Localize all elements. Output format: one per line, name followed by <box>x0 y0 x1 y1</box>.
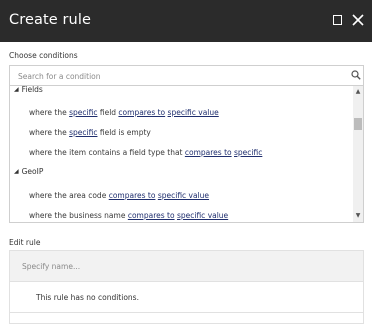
rule-name-input[interactable]: Specify name... <box>9 250 364 282</box>
rule-name-placeholder: Specify name... <box>22 262 81 271</box>
condition-link[interactable]: specific value <box>168 108 219 117</box>
condition-item[interactable]: where the business name compares to spec… <box>29 211 228 220</box>
condition-item[interactable]: where the area code compares to specific… <box>29 191 209 200</box>
maximize-icon[interactable] <box>333 15 342 25</box>
triangle-down-icon[interactable]: ◢ <box>14 168 19 175</box>
condition-text: field <box>97 108 119 117</box>
condition-item[interactable]: where the item contains a field type tha… <box>29 148 262 157</box>
condition-link[interactable]: specific <box>234 148 262 157</box>
condition-text: where the item contains a field type tha… <box>29 148 185 157</box>
triangle-down-icon[interactable]: ◢ <box>14 86 19 93</box>
condition-link[interactable]: specific <box>69 108 97 117</box>
condition-group-name: GeoIP <box>21 167 44 176</box>
condition-link[interactable]: specific value <box>158 191 209 200</box>
scrollbar-thumb[interactable] <box>354 118 362 130</box>
condition-search-input[interactable]: Search for a condition <box>9 65 364 86</box>
condition-text: where the business name <box>29 211 128 220</box>
condition-group-geoip[interactable]: ◢ GeoIP <box>14 167 43 176</box>
search-placeholder: Search for a condition <box>18 72 101 81</box>
condition-link[interactable]: specific value <box>177 211 228 220</box>
condition-text: where the <box>29 128 70 137</box>
divider <box>10 312 363 313</box>
condition-list-scrollbar[interactable]: ▲ ▼ <box>353 86 363 222</box>
condition-link[interactable]: compares to <box>128 211 175 220</box>
dialog-title: Create rule <box>9 12 91 28</box>
condition-link[interactable]: compares to <box>118 108 165 117</box>
condition-item[interactable]: where the specific field compares to spe… <box>29 108 219 117</box>
edit-rule-label: Edit rule <box>9 238 41 247</box>
condition-link[interactable]: specific <box>69 128 97 137</box>
scroll-up-arrow-icon[interactable]: ▲ <box>353 86 363 98</box>
condition-group-fields[interactable]: ◢ Fields <box>14 86 43 94</box>
condition-link[interactable]: compares to <box>109 191 156 200</box>
condition-text: where the <box>29 108 70 117</box>
condition-link[interactable]: compares to <box>185 148 232 157</box>
close-icon[interactable] <box>352 14 364 26</box>
search-icon[interactable] <box>351 70 361 80</box>
rule-conditions-area: This rule has no conditions. <box>9 282 364 324</box>
dialog-titlebar: Create rule <box>0 0 372 42</box>
choose-conditions-label: Choose conditions <box>9 51 78 60</box>
condition-group-name: Fields <box>21 86 43 94</box>
condition-text: field is empty <box>97 128 151 137</box>
empty-rule-message: This rule has no conditions. <box>36 293 139 302</box>
condition-list[interactable]: ◢ Fields where the specific field compares… <box>9 86 364 223</box>
condition-text: where the area code <box>29 191 109 200</box>
scroll-down-arrow-icon[interactable]: ▼ <box>353 210 363 222</box>
condition-item[interactable]: where the specific field is empty <box>29 128 151 137</box>
